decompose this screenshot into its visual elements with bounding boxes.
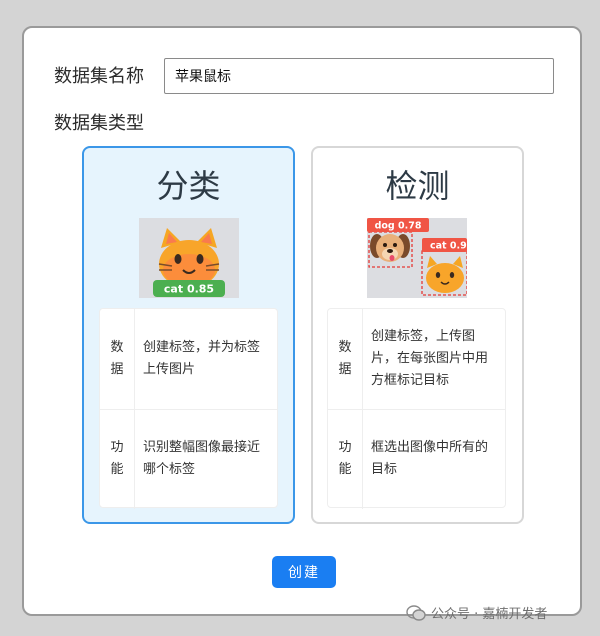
cat-score-tag: cat 0.9 — [430, 241, 467, 252]
data-row-description: 创建标签，并为标签上传图片 — [143, 340, 261, 377]
card-title: 检测 — [385, 167, 450, 205]
function-row-header: 功 能 — [328, 409, 363, 509]
table-row: 数 据 创建标签，并为标签上传图片 — [100, 309, 277, 410]
function-row-description: 框选出图像中所有的目标 — [371, 440, 489, 477]
cat-face-icon: cat 0.85 — [153, 228, 225, 297]
table-row: 功 能 识别整幅图像最接近哪个标签 — [100, 409, 277, 509]
detection-info-table: 数 据 创建标签，上传图片，在每张图片中用方框标记目标 功 能 框选出图像中所有… — [327, 308, 506, 509]
classification-example-image: cat 0.85 — [139, 218, 239, 298]
classification-score-tag: cat 0.85 — [164, 283, 214, 296]
function-row-header: 功 能 — [100, 409, 135, 509]
classification-type-card[interactable]: 分类 cat 0.85 数 据 创建标签，并为标签上传图片 功 能 识别整幅图像… — [82, 146, 295, 524]
wechat-icon — [406, 604, 426, 621]
watermark-text: 公众号 · 嘉楠开发者 — [431, 607, 548, 622]
create-dataset-panel: 数据集名称 数据集类型 分类 cat 0.85 — [22, 26, 582, 616]
dataset-name-label: 数据集名称 — [54, 66, 144, 87]
data-row-header: 数 据 — [328, 309, 363, 409]
table-row: 功 能 框选出图像中所有的目标 — [328, 409, 505, 509]
function-row-description: 识别整幅图像最接近哪个标签 — [143, 440, 261, 477]
table-row: 数 据 创建标签，上传图片，在每张图片中用方框标记目标 — [328, 309, 505, 410]
classification-info-table: 数 据 创建标签，并为标签上传图片 功 能 识别整幅图像最接近哪个标签 — [99, 308, 278, 509]
detection-type-card[interactable]: 检测 dog 0.78 cat 0.9 数 据 创建标签，上传图片，在每张图片中… — [311, 146, 524, 524]
dataset-name-input[interactable] — [164, 58, 554, 94]
create-button[interactable]: 创建 — [272, 556, 336, 588]
dataset-type-label: 数据集类型 — [54, 113, 144, 134]
data-row-description: 创建标签，上传图片，在每张图片中用方框标记目标 — [371, 329, 489, 388]
detection-example-image: dog 0.78 cat 0.9 — [367, 218, 467, 298]
dog-score-tag: dog 0.78 — [375, 221, 422, 232]
dog-and-cat-icon: dog 0.78 cat 0.9 — [367, 218, 467, 296]
card-title: 分类 — [156, 167, 221, 205]
watermark: 公众号 · 嘉楠开发者 — [406, 603, 547, 622]
data-row-header: 数 据 — [100, 309, 135, 409]
